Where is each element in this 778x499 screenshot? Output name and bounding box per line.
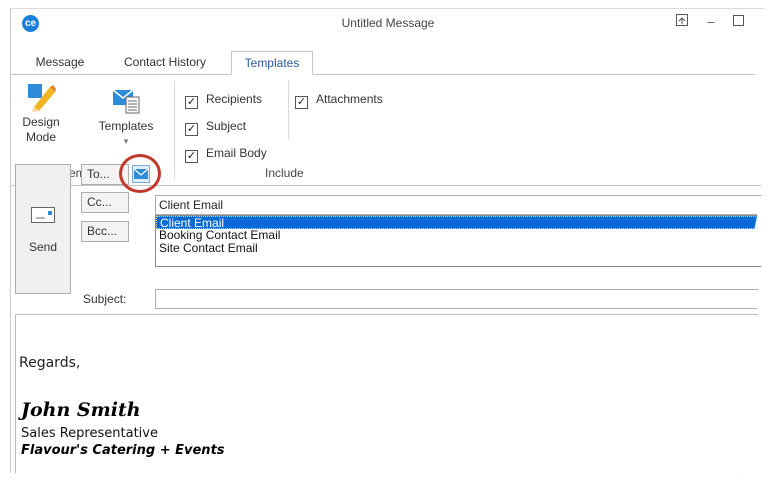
checkmark-icon: ✓ xyxy=(295,96,308,109)
attachments-checkbox[interactable]: ✓ Attachments xyxy=(295,92,383,109)
recipients-checkbox[interactable]: ✓ Recipients xyxy=(185,92,263,109)
dropdown-option[interactable]: Site Contact Email xyxy=(156,242,764,255)
screenshot-frame: ce Untitled Message – ✕ Message Contact … xyxy=(10,8,765,478)
greeting-text: Regards, xyxy=(19,355,81,371)
design-mode-label-line1: Design xyxy=(22,115,60,129)
subject-include-label: Subject xyxy=(206,119,247,133)
subject-input[interactable] xyxy=(155,289,765,309)
subject-label: Subject: xyxy=(83,292,127,306)
signature-title: Sales Representative xyxy=(21,426,158,441)
tab-contact-history[interactable]: Contact History xyxy=(114,51,216,75)
checkmark-icon: ✓ xyxy=(185,123,198,136)
group-divider xyxy=(174,81,175,179)
window-title: Untitled Message xyxy=(341,16,435,30)
checkmark-icon: ✓ xyxy=(185,96,198,109)
title-bar: ce Untitled Message – ✕ xyxy=(11,9,765,37)
templates-button[interactable]: Templates ▾ xyxy=(91,87,161,149)
minimize-icon[interactable]: – xyxy=(700,12,722,32)
signature-name: John Smith xyxy=(21,399,141,421)
attachments-label: Attachments xyxy=(316,92,383,106)
ribbon-tabs: Message Contact History Templates xyxy=(11,51,765,75)
send-label: Send xyxy=(28,240,58,254)
maximize-icon[interactable] xyxy=(727,12,749,32)
template-email-icon xyxy=(91,87,161,119)
close-icon[interactable]: ✕ xyxy=(752,12,765,32)
include-column-divider xyxy=(288,81,289,139)
highlight-circle xyxy=(119,154,161,193)
pencil-icon xyxy=(19,81,63,115)
design-mode-label-line2: Mode xyxy=(25,130,57,144)
tab-templates[interactable]: Templates xyxy=(231,51,313,75)
bcc-button[interactable]: Bcc... xyxy=(81,221,129,242)
ribbon-display-options-icon[interactable] xyxy=(671,12,693,32)
signature-company: Flavour's Catering + Events xyxy=(21,443,225,458)
templates-button-label: Templates xyxy=(98,119,154,133)
email-body-label: Email Body xyxy=(206,146,267,160)
message-body[interactable]: Regards, John Smith Sales Representative… xyxy=(15,314,765,478)
send-button[interactable]: Send xyxy=(15,164,71,294)
cc-button[interactable]: Cc... xyxy=(81,192,129,213)
to-input[interactable]: Client Email xyxy=(155,195,765,215)
recipient-type-dropdown[interactable]: Client Email Booking Contact Email Site … xyxy=(155,215,765,267)
send-envelope-icon xyxy=(31,207,55,226)
chevron-down-icon: ▾ xyxy=(123,136,129,146)
include-group-label: Include xyxy=(265,166,304,180)
checkmark-icon: ✓ xyxy=(185,150,198,163)
design-mode-button[interactable]: Design Mode xyxy=(19,81,63,145)
recipients-label: Recipients xyxy=(206,92,263,106)
email-body-checkbox[interactable]: ✓ Email Body xyxy=(185,146,267,163)
tab-message[interactable]: Message xyxy=(29,51,91,75)
subject-checkbox[interactable]: ✓ Subject xyxy=(185,119,247,136)
